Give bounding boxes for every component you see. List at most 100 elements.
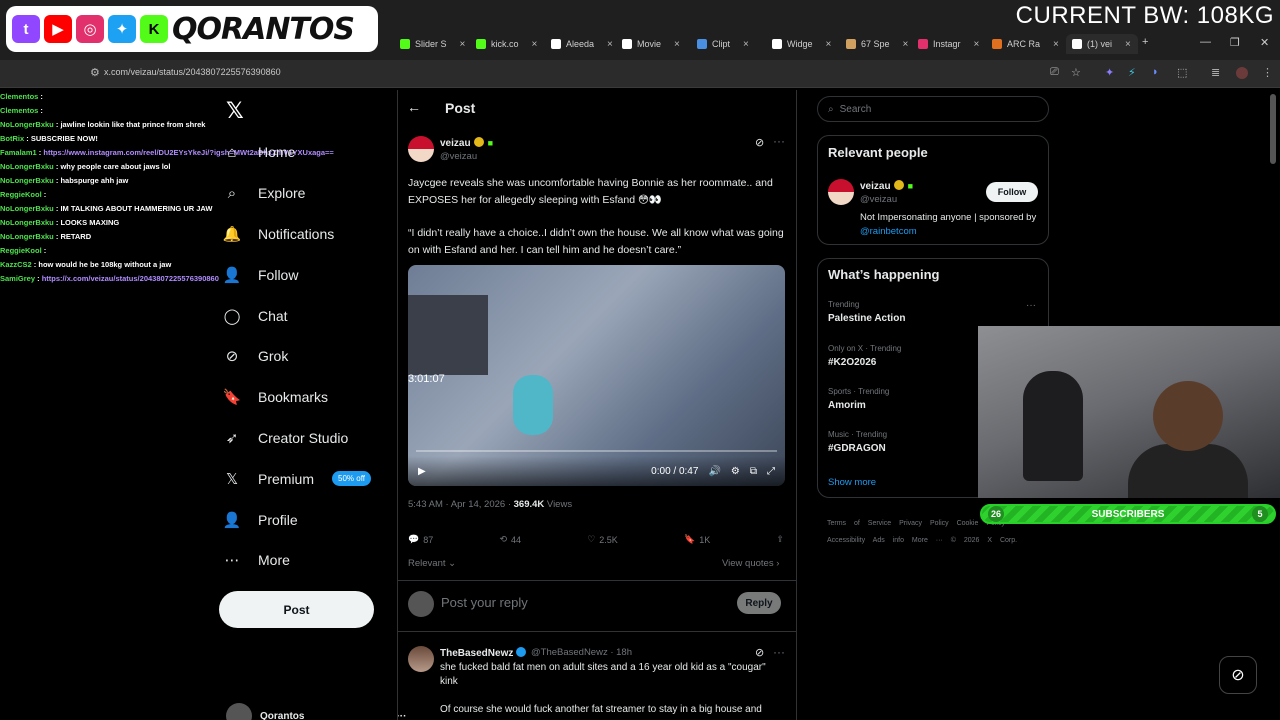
fullscreen-icon[interactable]: ⤢ bbox=[767, 466, 775, 477]
new-tab-button[interactable]: + bbox=[1142, 36, 1148, 48]
settings-icon[interactable]: ⚙ bbox=[731, 466, 740, 477]
person-handle[interactable]: @veizau bbox=[860, 194, 897, 205]
tab-close-icon[interactable]: × bbox=[607, 39, 613, 50]
chat-username[interactable]: NoLongerBxku bbox=[0, 232, 54, 241]
nav-item-more[interactable]: ⋯ More bbox=[222, 540, 371, 581]
close-window-button[interactable]: ✕ bbox=[1260, 36, 1269, 49]
nav-item-follow[interactable]: 👤 Follow bbox=[222, 254, 371, 295]
browser-tab[interactable]: Movie × bbox=[622, 34, 694, 54]
nav-item-explore[interactable]: ⌕ Explore bbox=[222, 173, 371, 214]
chat-username[interactable]: KazzCS2 bbox=[0, 260, 32, 269]
nav-item-profile[interactable]: 👤 Profile bbox=[222, 499, 371, 540]
tab-close-icon[interactable]: × bbox=[532, 39, 538, 50]
nav-item-bookmarks[interactable]: 🔖 Bookmarks bbox=[222, 377, 371, 418]
tab-close-icon[interactable]: × bbox=[460, 39, 466, 50]
repost-action[interactable]: ⟲ 44 bbox=[499, 534, 521, 545]
trend-more-icon[interactable]: ··· bbox=[1026, 300, 1036, 311]
chat-username[interactable]: BotRix bbox=[0, 134, 24, 143]
tab-close-icon[interactable]: × bbox=[903, 39, 909, 50]
trend-item[interactable]: #GDRAGON bbox=[828, 443, 886, 454]
bookmark-action[interactable]: 🔖 1K bbox=[684, 534, 710, 545]
url-field[interactable]: x.com/veizau/status/2043807225576390860 bbox=[104, 67, 281, 77]
back-arrow-icon[interactable]: ← bbox=[407, 99, 421, 115]
browser-tab[interactable]: Clipt × bbox=[697, 34, 769, 54]
cast-icon[interactable]: ⎚ bbox=[1050, 66, 1059, 79]
nav-item-notifications[interactable]: 🔔 Notifications bbox=[222, 214, 371, 255]
post-more-icon[interactable]: ··· bbox=[773, 134, 785, 148]
pip-icon[interactable]: ⧉ bbox=[750, 466, 757, 477]
tab-close-icon[interactable]: × bbox=[826, 39, 832, 50]
extension-icon[interactable]: ◗ bbox=[1152, 66, 1159, 78]
sidebar-icon[interactable]: ≣ bbox=[1211, 66, 1220, 79]
browser-tab[interactable]: ARC Ra × bbox=[992, 34, 1064, 54]
follow-button[interactable]: Follow bbox=[986, 182, 1038, 202]
chat-username[interactable]: NoLongerBxku bbox=[0, 218, 54, 227]
chat-username[interactable]: NoLongerBxku bbox=[0, 120, 54, 129]
chat-username[interactable]: Clementos bbox=[0, 106, 38, 115]
search-input[interactable]: ⌕ Search bbox=[817, 96, 1049, 122]
browser-tab[interactable]: Slider S × bbox=[400, 34, 472, 54]
trend-item[interactable]: Amorim bbox=[828, 400, 866, 411]
browser-tab[interactable]: Instagr × bbox=[918, 34, 990, 54]
x-logo-icon[interactable]: 𝕏 bbox=[226, 98, 244, 124]
show-more-link[interactable]: Show more bbox=[828, 477, 876, 488]
chat-username[interactable]: ReggieKool bbox=[0, 190, 42, 199]
grok-floating-button[interactable]: ⊘ bbox=[1219, 656, 1257, 694]
author-avatar[interactable] bbox=[408, 136, 434, 162]
play-icon[interactable]: ▶ bbox=[418, 466, 426, 477]
chat-username[interactable]: NoLongerBxku bbox=[0, 204, 54, 213]
reply-sort-dropdown[interactable]: Relevant ⌄ bbox=[408, 558, 456, 569]
browser-tab[interactable]: kick.co × bbox=[476, 34, 548, 54]
chat-username[interactable]: Famalam1 bbox=[0, 148, 37, 157]
reply-button[interactable]: Reply bbox=[737, 592, 781, 614]
extension-icon[interactable]: ✦ bbox=[1105, 66, 1114, 79]
volume-icon[interactable]: 🔊 bbox=[708, 466, 720, 477]
author-name[interactable]: veizau ■ bbox=[440, 137, 493, 149]
chat-username[interactable]: NoLongerBxku bbox=[0, 176, 54, 185]
nav-item-chat[interactable]: ◯ Chat bbox=[222, 295, 371, 336]
compose-post-button[interactable]: Post bbox=[219, 591, 374, 628]
nav-item-grok[interactable]: ⊘ Grok bbox=[222, 336, 371, 377]
nav-item-premium[interactable]: 𝕏 Premium 50% off bbox=[222, 458, 371, 499]
bio-link[interactable]: @rainbetcom bbox=[860, 226, 917, 237]
video-player[interactable]: 3:01:07 ▶ 0:00 / 0:47 🔊 ⚙ ⧉ ⤢ bbox=[408, 265, 785, 486]
chat-username[interactable]: SamiGrey bbox=[0, 274, 35, 283]
tab-close-icon[interactable]: × bbox=[974, 39, 980, 50]
reply-input[interactable]: Post your reply bbox=[441, 595, 528, 610]
author-handle[interactable]: @veizau bbox=[440, 151, 477, 162]
chat-link[interactable]: https://x.com/veizau/status/204380722557… bbox=[42, 274, 219, 283]
minimize-button[interactable]: — bbox=[1200, 36, 1211, 48]
trend-item[interactable]: Palestine Action bbox=[828, 313, 905, 324]
post-more-icon[interactable]: ··· bbox=[773, 645, 785, 659]
chat-username[interactable]: Clementos bbox=[0, 92, 38, 101]
tab-close-icon[interactable]: × bbox=[1125, 39, 1131, 50]
browser-tab[interactable]: (1) vei × bbox=[1066, 34, 1138, 54]
tab-close-icon[interactable]: × bbox=[1053, 39, 1059, 50]
grok-explain-icon[interactable]: ⊘ bbox=[755, 646, 764, 659]
browser-menu-icon[interactable]: ⋮ bbox=[1262, 66, 1273, 79]
nav-item-home[interactable]: ⌂ Home bbox=[222, 132, 371, 173]
person-avatar[interactable] bbox=[828, 179, 854, 205]
site-info-icon[interactable]: ⚙ bbox=[90, 66, 100, 79]
extensions-puzzle-icon[interactable]: ⬚ bbox=[1177, 66, 1187, 79]
reply-author-name[interactable]: TheBasedNewz bbox=[440, 647, 527, 659]
browser-tab[interactable]: 67 Spe × bbox=[846, 34, 918, 54]
grok-explain-icon[interactable]: ⊘ bbox=[755, 136, 764, 149]
chat-username[interactable]: NoLongerBxku bbox=[0, 162, 54, 171]
trend-item[interactable]: #K2O2026 bbox=[828, 357, 876, 368]
browser-tab[interactable]: Aleeda × bbox=[551, 34, 623, 54]
page-scrollbar[interactable] bbox=[1270, 94, 1276, 164]
like-action[interactable]: ♡ 2.5K bbox=[587, 534, 618, 545]
chat-username[interactable]: ReggieKool bbox=[0, 246, 42, 255]
account-switcher[interactable]: Qorantos ··· bbox=[226, 703, 406, 720]
video-progress-bar[interactable] bbox=[416, 450, 777, 452]
maximize-button[interactable]: ❐ bbox=[1230, 36, 1240, 49]
nav-item-creator-studio[interactable]: ➶ Creator Studio bbox=[222, 418, 371, 459]
extension-icon[interactable]: ⚡ bbox=[1128, 66, 1136, 79]
view-quotes-link[interactable]: View quotes › bbox=[722, 558, 779, 569]
tab-close-icon[interactable]: × bbox=[674, 39, 680, 50]
tab-close-icon[interactable]: × bbox=[743, 39, 749, 50]
reply-author-avatar[interactable] bbox=[408, 646, 434, 672]
browser-profile-avatar[interactable] bbox=[1236, 67, 1248, 79]
share-action[interactable]: ⇪ bbox=[776, 534, 784, 545]
